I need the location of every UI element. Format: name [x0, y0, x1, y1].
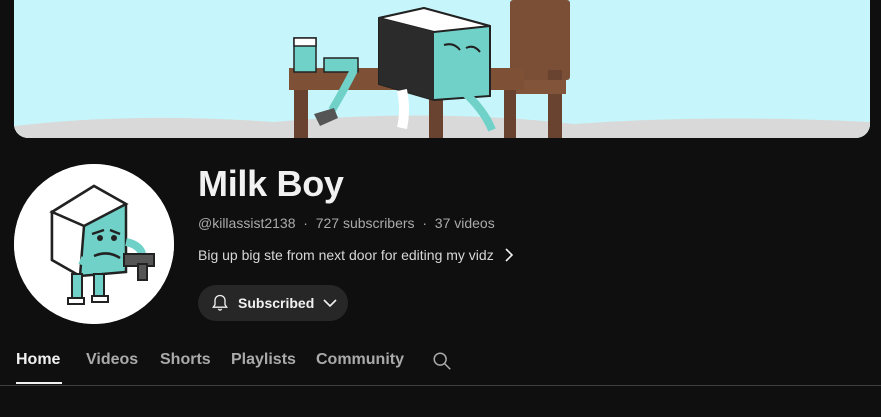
channel-tabs: Home Videos Shorts Playlists Community [0, 338, 881, 386]
chevron-down-icon [323, 298, 337, 308]
channel-avatar[interactable] [14, 164, 174, 324]
active-tab-indicator [16, 382, 62, 384]
bell-icon [210, 293, 230, 313]
channel-description-link[interactable]: Big up big ste from next door for editin… [198, 247, 514, 263]
meta-separator: · [418, 215, 431, 231]
milk-carton-avatar-image [14, 164, 174, 324]
video-count: 37 videos [434, 215, 495, 231]
tab-community[interactable]: Community [316, 351, 404, 369]
tab-playlists[interactable]: Playlists [231, 351, 296, 369]
tab-videos[interactable]: Videos [86, 351, 138, 369]
search-icon[interactable] [431, 350, 453, 377]
channel-name: Milk Boy [198, 163, 344, 204]
channel-meta: @killassist2138 · 727 subscribers · 37 v… [198, 215, 495, 231]
channel-description: Big up big ste from next door for editin… [198, 247, 494, 263]
chevron-right-icon [504, 248, 514, 262]
tab-shorts[interactable]: Shorts [160, 351, 211, 369]
channel-banner [14, 0, 870, 138]
subscribed-label: Subscribed [238, 295, 315, 311]
meta-separator: · [299, 215, 312, 231]
subscribed-button[interactable]: Subscribed [198, 285, 348, 321]
channel-handle: @killassist2138 [198, 215, 296, 231]
tab-home[interactable]: Home [16, 351, 60, 369]
subscriber-count: 727 subscribers [315, 215, 415, 231]
banner-artwork [14, 0, 870, 138]
